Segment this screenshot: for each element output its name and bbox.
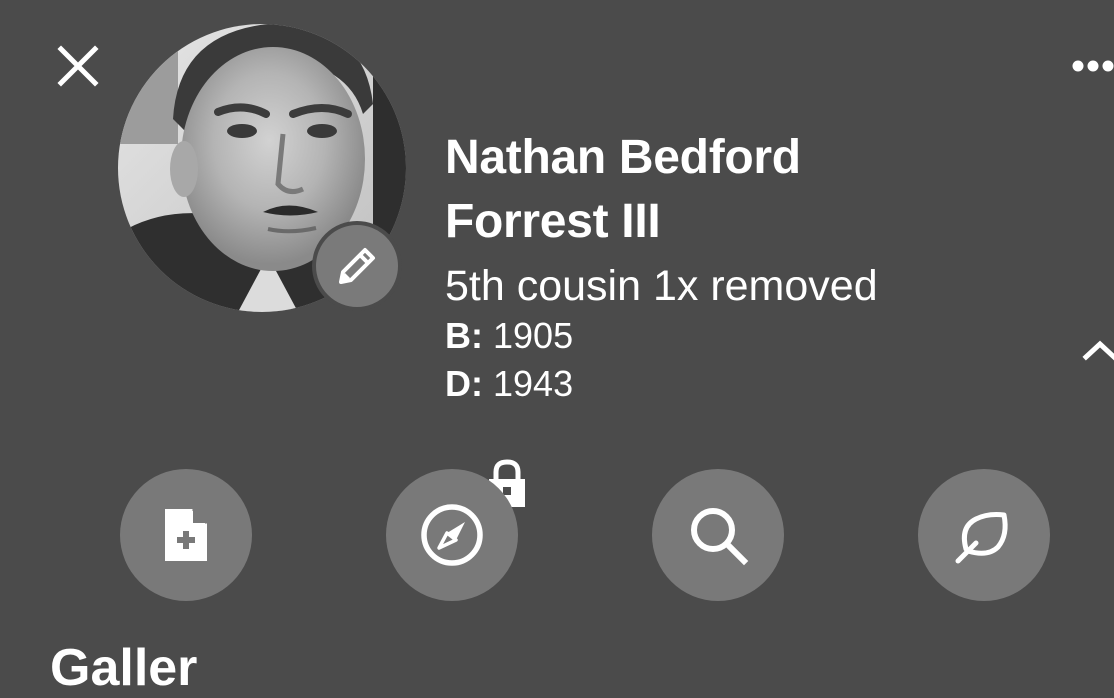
- chevron-up-icon: [1082, 340, 1114, 361]
- search-button[interactable]: [652, 469, 784, 601]
- death-row: D: 1943: [445, 360, 1045, 408]
- person-info: Nathan Bedford Forrest III 5th cousin 1x…: [445, 126, 1045, 408]
- birth-label: B:: [445, 315, 483, 356]
- gallery-section-heading: Galler: [50, 639, 198, 697]
- leaf-icon: [955, 512, 1008, 564]
- pencil-icon: [339, 248, 375, 284]
- more-options-button[interactable]: [1062, 46, 1114, 86]
- hints-button[interactable]: [918, 469, 1050, 601]
- relationship-label: 5th cousin 1x removed: [445, 262, 878, 310]
- death-label: D:: [445, 363, 483, 404]
- explore-button[interactable]: [386, 469, 518, 601]
- more-horizontal-icon: [1072, 60, 1114, 72]
- person-name: Nathan Bedford Forrest III: [445, 126, 1045, 254]
- action-bar: [120, 469, 1050, 601]
- compass-icon: [421, 504, 483, 566]
- search-icon: [691, 508, 749, 566]
- add-document-button[interactable]: [120, 469, 252, 601]
- collapse-button[interactable]: [1080, 330, 1114, 370]
- person-name-line1: Nathan Bedford: [445, 131, 801, 184]
- death-value: 1943: [483, 363, 574, 404]
- person-name-line2: Forrest III: [445, 195, 661, 248]
- edit-photo-button[interactable]: [312, 221, 402, 311]
- profile-photo-container: [118, 24, 406, 312]
- document-add-icon: [165, 507, 209, 561]
- birth-value: 1905: [483, 315, 574, 356]
- close-button[interactable]: [52, 40, 104, 92]
- close-icon: [57, 45, 99, 87]
- birth-row: B: 1905: [445, 312, 1045, 360]
